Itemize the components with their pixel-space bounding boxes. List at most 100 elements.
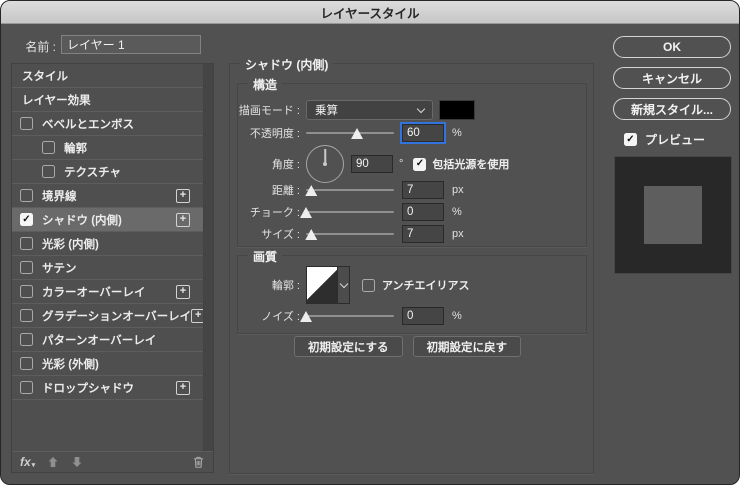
effects-list-scrollbar[interactable] — [203, 64, 213, 451]
size-input[interactable] — [402, 225, 444, 243]
checkbox-icon[interactable]: ✓ — [20, 117, 33, 130]
checkbox-icon[interactable]: ✓ — [20, 189, 33, 202]
noise-input[interactable] — [402, 307, 444, 325]
preview-checkbox[interactable]: ✓ — [624, 133, 637, 146]
checkbox-icon[interactable]: ✓ — [20, 237, 33, 250]
opacity-row: 不透明度 : % — [238, 124, 462, 142]
size-row: サイズ : px — [238, 225, 464, 243]
distance-unit: px — [452, 184, 464, 196]
effects-list-footer: fx ▾ — [12, 451, 213, 472]
checkbox-icon[interactable]: ✓ — [20, 381, 33, 394]
fx-menu-button[interactable]: fx ▾ — [20, 455, 35, 469]
checkbox-icon[interactable]: ✓ — [42, 141, 55, 154]
checkbox-icon[interactable]: ✓ — [20, 357, 33, 370]
delete-effect-trash-icon[interactable] — [192, 455, 205, 469]
sidebar-item-label: ベベルとエンボス — [42, 118, 134, 131]
angle-input[interactable] — [351, 155, 393, 173]
sidebar-item-blending-options[interactable]: レイヤー効果 — [12, 88, 203, 112]
sidebar-item-inner-shadow[interactable]: ✓ シャドウ (内側) + — [12, 208, 203, 232]
quality-legend: 画質 — [248, 248, 283, 265]
choke-row: チョーク : % — [238, 203, 462, 221]
sidebar-item-stroke[interactable]: ✓ 境界線 + — [12, 184, 203, 208]
sidebar-item-label: テクスチャ — [64, 166, 122, 179]
contour-dropdown-strip[interactable] — [337, 267, 349, 303]
panel-title: シャドウ (内側) — [240, 56, 334, 73]
chevron-down-icon — [416, 104, 426, 114]
sidebar-item-bevel-emboss[interactable]: ✓ ベベルとエンボス — [12, 112, 203, 136]
add-effect-icon[interactable]: + — [176, 212, 190, 227]
sidebar-item-label: カラーオーバーレイ — [42, 286, 146, 299]
sidebar-item-label: サテン — [42, 262, 77, 275]
sidebar-item-texture[interactable]: ✓ テクスチャ — [12, 160, 203, 184]
opacity-input[interactable] — [402, 124, 444, 142]
blend-mode-row: 描画モード : 乗算 — [238, 100, 475, 120]
sidebar-item-gradient-overlay[interactable]: ✓ グラデーションオーバーレイ + — [12, 304, 206, 328]
anti-alias-label: アンチエイリアス — [382, 280, 470, 292]
sidebar-item-label: 境界線 — [42, 190, 77, 203]
size-unit: px — [452, 228, 464, 240]
fx-label: fx — [20, 455, 31, 469]
shadow-color-swatch[interactable] — [439, 100, 475, 120]
contour-row: 輪郭 : ✓ アンチエイリアス — [238, 266, 470, 304]
preview-label: プレビュー — [645, 133, 706, 147]
contour-label: 輪郭 : — [271, 280, 300, 292]
checkbox-icon[interactable]: ✓ — [20, 309, 33, 322]
angle-label: 角度 : — [271, 159, 300, 171]
opacity-unit: % — [452, 127, 462, 139]
effects-list-panel: スタイル レイヤー効果 ✓ ベベルとエンボス ✓ 輪郭 ✓ テクスチャ ✓ 境界… — [11, 63, 214, 473]
opacity-label: 不透明度 : — [249, 128, 300, 140]
noise-slider[interactable] — [300, 309, 394, 323]
reset-default-button[interactable]: 初期設定に戻す — [412, 336, 522, 357]
checkbox-icon[interactable]: ✓ — [20, 261, 33, 274]
checkbox-checked-icon[interactable]: ✓ — [20, 213, 33, 226]
checkbox-icon[interactable]: ✓ — [42, 165, 55, 178]
checkbox-icon[interactable]: ✓ — [20, 285, 33, 298]
sidebar-item-inner-glow[interactable]: ✓ 光彩 (内側) — [12, 232, 203, 256]
choke-slider[interactable] — [300, 205, 394, 219]
blend-mode-select[interactable]: 乗算 — [306, 100, 433, 120]
angle-row: 角度 : ° ✓ 包括光源を使用 — [238, 145, 509, 183]
choke-label: チョーク : — [249, 207, 300, 219]
inner-shadow-settings-panel: シャドウ (内側) 構造 描画モード : 乗算 不透明度 : % — [229, 56, 594, 474]
move-effect-down-icon[interactable] — [71, 456, 83, 468]
add-effect-icon[interactable]: + — [176, 188, 190, 203]
style-preview-thumbnail — [614, 156, 732, 274]
choke-input[interactable] — [402, 203, 444, 221]
cancel-button[interactable]: キャンセル — [613, 67, 731, 89]
sidebar-item-styles[interactable]: スタイル — [12, 64, 203, 88]
new-style-button[interactable]: 新規スタイル... — [613, 98, 731, 120]
dialog-title: レイヤースタイル — [320, 6, 420, 21]
sidebar-item-label: 光彩 (外側) — [42, 358, 99, 371]
size-label: サイズ : — [261, 229, 300, 241]
angle-dial[interactable] — [306, 145, 344, 183]
sidebar-item-label: スタイル — [22, 70, 68, 83]
distance-input[interactable] — [402, 181, 444, 199]
noise-label: ノイズ : — [261, 311, 300, 323]
name-label: 名前 : — [25, 40, 56, 54]
sidebar-item-color-overlay[interactable]: ✓ カラーオーバーレイ + — [12, 280, 203, 304]
make-default-button[interactable]: 初期設定にする — [293, 336, 403, 357]
contour-thumbnail[interactable] — [307, 267, 337, 303]
sidebar-item-pattern-overlay[interactable]: ✓ パターンオーバーレイ — [12, 328, 203, 352]
sidebar-item-outer-glow[interactable]: ✓ 光彩 (外側) — [12, 352, 203, 376]
sidebar-item-contour[interactable]: ✓ 輪郭 — [12, 136, 203, 160]
use-global-light-label: 包括光源を使用 — [432, 159, 510, 171]
sidebar-item-drop-shadow[interactable]: ✓ ドロップシャドウ + — [12, 376, 203, 400]
blend-mode-label: 描画モード : — [238, 105, 300, 117]
contour-picker[interactable] — [306, 266, 350, 304]
opacity-slider[interactable] — [306, 126, 394, 140]
structure-legend: 構造 — [248, 76, 283, 93]
use-global-light-checkbox[interactable]: ✓ — [413, 157, 427, 171]
move-effect-up-icon[interactable] — [47, 456, 59, 468]
sidebar-item-label: 光彩 (内側) — [42, 238, 99, 251]
checkbox-icon[interactable]: ✓ — [20, 333, 33, 346]
distance-slider[interactable] — [305, 183, 394, 197]
add-effect-icon[interactable]: + — [176, 284, 190, 299]
ok-button[interactable]: OK — [613, 36, 731, 58]
size-slider[interactable] — [305, 227, 394, 241]
layer-name-input[interactable] — [61, 35, 201, 54]
quality-group: 画質 輪郭 : ✓ アンチエイリアス ノイズ : — [237, 248, 587, 334]
add-effect-icon[interactable]: + — [176, 380, 190, 395]
sidebar-item-satin[interactable]: ✓ サテン — [12, 256, 203, 280]
anti-alias-checkbox[interactable]: ✓ — [362, 278, 375, 292]
